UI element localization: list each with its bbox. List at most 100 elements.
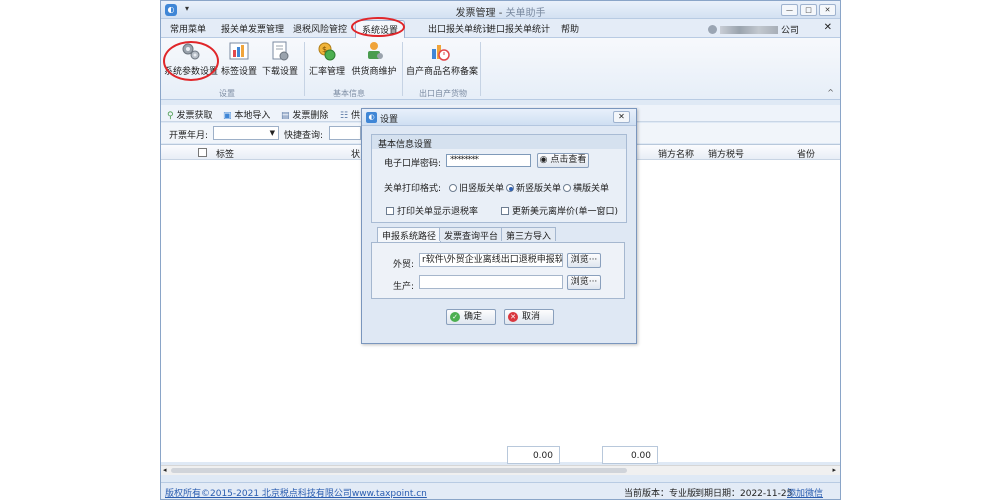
dialog-title: 设置: [380, 115, 399, 125]
version-text: 当前版本：专业版: [624, 489, 697, 499]
fetch-icon: ⚲: [167, 111, 174, 121]
foreign-trade-path-field[interactable]: r软件\外贸企业离线出口退税申报软件: [419, 253, 563, 267]
update-usd-checkbox[interactable]: 更新美元离岸价(单一窗口): [501, 204, 618, 217]
eye-icon: ◉: [539, 155, 548, 165]
title-bar: ◐ ▾ 发票管理 - 关单助手 — □ ✕: [161, 1, 840, 19]
highlight-ring: [163, 41, 219, 81]
foreign-trade-label: 外贸:: [393, 260, 415, 270]
scroll-left-icon[interactable]: ◂: [163, 466, 167, 474]
scroll-right-icon[interactable]: ▸: [832, 466, 836, 474]
tab-risk-control[interactable]: 退税风险管控: [293, 22, 347, 35]
window-title-main: 发票管理: [455, 8, 496, 19]
quick-query-label: 快捷查询:: [284, 131, 324, 141]
status-bar: 版权所有©2015-2021 北京税点科技有限公司www.taxpoint.cn…: [161, 482, 840, 499]
add-wechat-link[interactable]: 添加微信: [787, 486, 823, 499]
view-password-button[interactable]: ◉ 点击查看: [537, 153, 589, 168]
checkbox-label: 打印关单显示退税率: [397, 207, 479, 217]
group-separator: [304, 42, 305, 96]
import-icon: ▣: [223, 111, 232, 121]
group-separator: [402, 42, 403, 96]
close-button[interactable]: ✕: [819, 4, 836, 16]
local-import-button[interactable]: ▣ 本地导入: [223, 108, 270, 121]
dialog-app-icon: ◐: [366, 112, 377, 123]
total-tax-cell: 0.00: [602, 446, 658, 464]
checkbox-box: [501, 207, 509, 215]
settings-dialog: ◐ 设置 ✕ 基本信息设置 电子口岸密码: ******** ◉ 点击查看 关单…: [361, 108, 637, 344]
collapse-ribbon-icon[interactable]: ^: [827, 88, 834, 97]
production-path-field[interactable]: [419, 275, 563, 289]
cancel-button[interactable]: ✕ 取消: [504, 309, 554, 325]
radio-horizontal[interactable]: 横版关单: [563, 181, 609, 194]
chevron-down-icon: ▼: [269, 129, 275, 137]
menu-bar: 常用菜单 报关单发票管理 退税风险管控 系统设置 出口报关单统计 进口报关单统计…: [161, 17, 840, 38]
quick-query-input[interactable]: [329, 126, 361, 140]
tab-common-menu[interactable]: 常用菜单: [170, 22, 206, 35]
window-title-sub: 关单助手: [505, 8, 546, 19]
window-controls: — □ ✕: [781, 4, 836, 16]
cancel-label: 取消: [522, 312, 541, 322]
exchange-rate-button[interactable]: $ 汇率管理: [309, 40, 345, 77]
browse-foreign-trade-button[interactable]: 浏览···: [567, 253, 601, 268]
tag-settings-button[interactable]: 标签设置: [221, 40, 257, 77]
download-settings-button[interactable]: 下载设置: [262, 40, 298, 77]
list-icon: ☷: [340, 111, 349, 121]
group-label-settings: 设置: [219, 89, 235, 98]
horizontal-scrollbar[interactable]: ◂ ▸: [161, 465, 840, 475]
tab-third-party-import[interactable]: 第三方导入: [501, 227, 557, 242]
delete-icon: ▤: [281, 111, 290, 121]
radio-circle: [449, 184, 457, 192]
invoice-month-select[interactable]: ▼: [213, 126, 279, 140]
copyright-link[interactable]: 版权所有©2015-2021 北京税点科技有限公司www.taxpoint.cn: [165, 486, 427, 499]
print-rate-checkbox[interactable]: 打印关单显示退税率: [386, 204, 478, 217]
ribbon-label: 下载设置: [262, 67, 299, 77]
total-amount-cell: 0.00: [507, 446, 560, 464]
ribbon-label: 汇率管理: [309, 67, 346, 77]
print-format-label: 关单打印格式:: [384, 184, 442, 194]
group-separator: [480, 42, 481, 96]
ribbon-label: 标签设置: [221, 67, 258, 77]
minimize-button[interactable]: —: [781, 4, 798, 16]
check-icon: ✓: [450, 312, 460, 322]
download-settings-icon: [272, 41, 289, 61]
toolbar-label: 供: [350, 111, 360, 121]
tab-help[interactable]: 帮助: [561, 22, 579, 35]
product-record-button[interactable]: 自产商品名称备案: [406, 40, 478, 77]
maximize-button[interactable]: □: [800, 4, 817, 16]
expire-date-text: 到期日期：2022-11-25: [695, 489, 793, 499]
supplier-icon: [368, 42, 383, 59]
tab-invoice-management[interactable]: 报关单发票管理: [221, 22, 284, 35]
column-header-seller-tax-id: 销方税号: [708, 150, 745, 160]
tab-import-stats[interactable]: 进口报关单统计: [487, 22, 550, 35]
supplier-maintenance-button[interactable]: 供货商维护: [350, 40, 398, 77]
column-header-province: 省份: [797, 150, 816, 160]
radio-new-vertical[interactable]: 新竖版关单: [506, 181, 561, 194]
tab-export-stats[interactable]: 出口报关单统计: [428, 22, 491, 35]
account-suffix: 公司: [781, 26, 800, 36]
dialog-close-button[interactable]: ✕: [613, 111, 630, 123]
toolbar-label: 发票删除: [292, 111, 329, 121]
highlight-ring: [351, 17, 405, 37]
tab-invoice-platform[interactable]: 发票查询平台: [439, 227, 504, 242]
radio-label: 新竖版关单: [516, 184, 562, 194]
tab-declaration-path[interactable]: 申报系统路径: [377, 227, 442, 242]
view-password-label: 点击查看: [550, 155, 587, 165]
toolbar-label: 发票获取: [176, 111, 213, 121]
cancel-icon: ✕: [508, 312, 518, 322]
select-all-checkbox[interactable]: [198, 148, 207, 157]
browse-production-button[interactable]: 浏览···: [567, 275, 601, 290]
scroll-thumb[interactable]: [171, 468, 627, 473]
fetch-invoice-button[interactable]: ⚲ 发票获取: [167, 108, 212, 121]
ribbon-label: 自产商品名称备案: [406, 67, 479, 77]
radio-old-vertical[interactable]: 旧竖版关单: [449, 181, 504, 194]
delete-invoice-button[interactable]: ▤ 发票删除: [281, 108, 328, 121]
password-field[interactable]: ********: [446, 154, 531, 167]
supplier-toolbar-button[interactable]: ☷ 供: [340, 108, 360, 121]
ok-button[interactable]: ✓ 确定: [446, 309, 496, 325]
group-label-export-goods: 出口自产货物: [419, 89, 467, 98]
ribbon: 系统参数设置 标签设置 下载设置 $ 汇率管理 供货商维护 自产商品名称备案 设…: [161, 38, 840, 100]
close-tab-icon[interactable]: ✕: [824, 22, 832, 33]
tag-chart-icon: [229, 42, 249, 60]
column-header-status: 状: [351, 150, 361, 160]
account-info: 公司: [708, 23, 799, 36]
radio-label: 旧竖版关单: [459, 184, 505, 194]
